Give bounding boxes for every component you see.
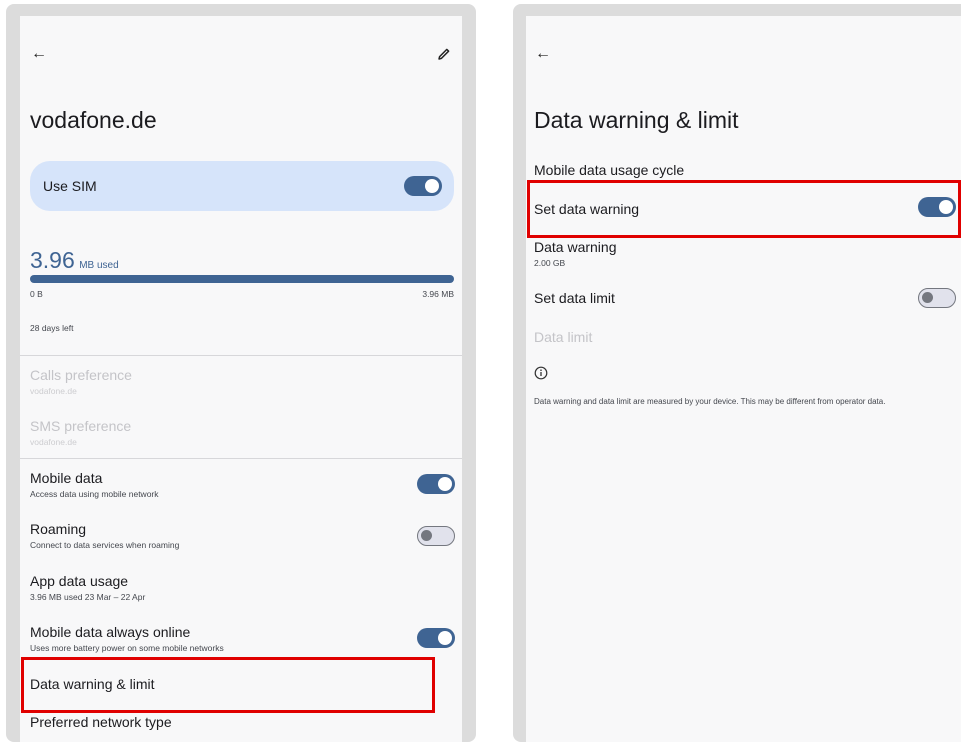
usage-min-label: 0 B xyxy=(30,289,43,299)
back-arrow-icon[interactable]: ← xyxy=(535,46,551,62)
usage-max-label: 3.96 MB xyxy=(422,289,454,299)
data-warning-item[interactable]: Data warning 2.00 GB xyxy=(534,239,617,268)
always-online-item[interactable]: Mobile data always online Uses more batt… xyxy=(30,624,224,653)
roaming-toggle[interactable] xyxy=(417,526,455,546)
usage-summary: 3.96 MB used xyxy=(30,247,119,274)
mobile-data-item[interactable]: Mobile data Access data using mobile net… xyxy=(30,470,159,499)
toggle-knob xyxy=(438,477,452,491)
roaming-item[interactable]: Roaming Connect to data services when ro… xyxy=(30,521,179,550)
use-sim-toggle[interactable] xyxy=(404,176,442,196)
info-text: Data warning and data limit are measured… xyxy=(534,397,886,406)
edit-pencil-icon[interactable] xyxy=(436,46,452,62)
right-screen: ← Data warning & limit Mobile data usage… xyxy=(526,16,961,742)
app-data-usage-title: App data usage xyxy=(30,573,129,589)
back-arrow-icon[interactable]: ← xyxy=(31,46,47,62)
highlight-set-data-warning xyxy=(527,180,961,238)
set-data-limit-item[interactable]: Set data limit xyxy=(534,290,615,306)
usage-progress-fill xyxy=(30,275,454,283)
always-online-toggle[interactable] xyxy=(417,628,455,648)
sms-preference-item[interactable]: SMS preference vodafone.de xyxy=(30,418,131,447)
mobile-data-subtitle: Access data using mobile network xyxy=(30,489,159,499)
data-warning-title: Data warning xyxy=(534,239,617,255)
data-warning-value: 2.00 GB xyxy=(534,258,566,268)
usage-progress-bar xyxy=(30,275,454,283)
info-icon xyxy=(534,366,548,380)
data-limit-title: Data limit xyxy=(534,329,593,345)
usage-amount: 3.96 xyxy=(30,247,75,273)
mobile-data-title: Mobile data xyxy=(30,470,103,486)
app-data-usage-subtitle: 3.96 MB used 23 Mar – 22 Apr xyxy=(30,592,146,602)
app-data-usage-item[interactable]: App data usage 3.96 MB used 23 Mar – 22 … xyxy=(30,573,145,602)
usage-cycle-item[interactable]: Mobile data usage cycle xyxy=(534,162,684,178)
always-online-title: Mobile data always online xyxy=(30,624,191,640)
use-sim-card[interactable]: Use SIM xyxy=(30,161,454,211)
left-screen: ← vodafone.de Use SIM 3.96 MB used 0 B 3… xyxy=(20,16,462,742)
page-title: Data warning & limit xyxy=(534,107,739,133)
sms-preference-title: SMS preference xyxy=(30,418,132,434)
mobile-data-toggle[interactable] xyxy=(417,474,455,494)
highlight-data-warning-limit xyxy=(21,657,435,713)
sms-preference-subtitle: vodafone.de xyxy=(30,437,77,447)
use-sim-label: Use SIM xyxy=(43,178,97,194)
toggle-knob xyxy=(421,530,432,541)
page-title: vodafone.de xyxy=(30,107,157,133)
divider xyxy=(20,355,462,356)
always-online-subtitle: Uses more battery power on some mobile n… xyxy=(30,643,224,653)
roaming-subtitle: Connect to data services when roaming xyxy=(30,540,180,550)
toggle-knob xyxy=(438,631,452,645)
roaming-title: Roaming xyxy=(30,521,87,537)
calls-preference-title: Calls preference xyxy=(30,367,132,383)
usage-unit: MB used xyxy=(79,260,119,271)
toggle-knob xyxy=(922,292,933,303)
calls-preference-subtitle: vodafone.de xyxy=(30,386,77,396)
data-limit-item: Data limit xyxy=(534,329,592,345)
days-left: 28 days left xyxy=(30,323,74,333)
set-data-limit-toggle[interactable] xyxy=(918,288,956,308)
preferred-network-type-item[interactable]: Preferred network type xyxy=(30,714,172,730)
calls-preference-item[interactable]: Calls preference vodafone.de xyxy=(30,367,132,396)
toggle-knob xyxy=(425,179,439,193)
divider xyxy=(20,458,462,459)
